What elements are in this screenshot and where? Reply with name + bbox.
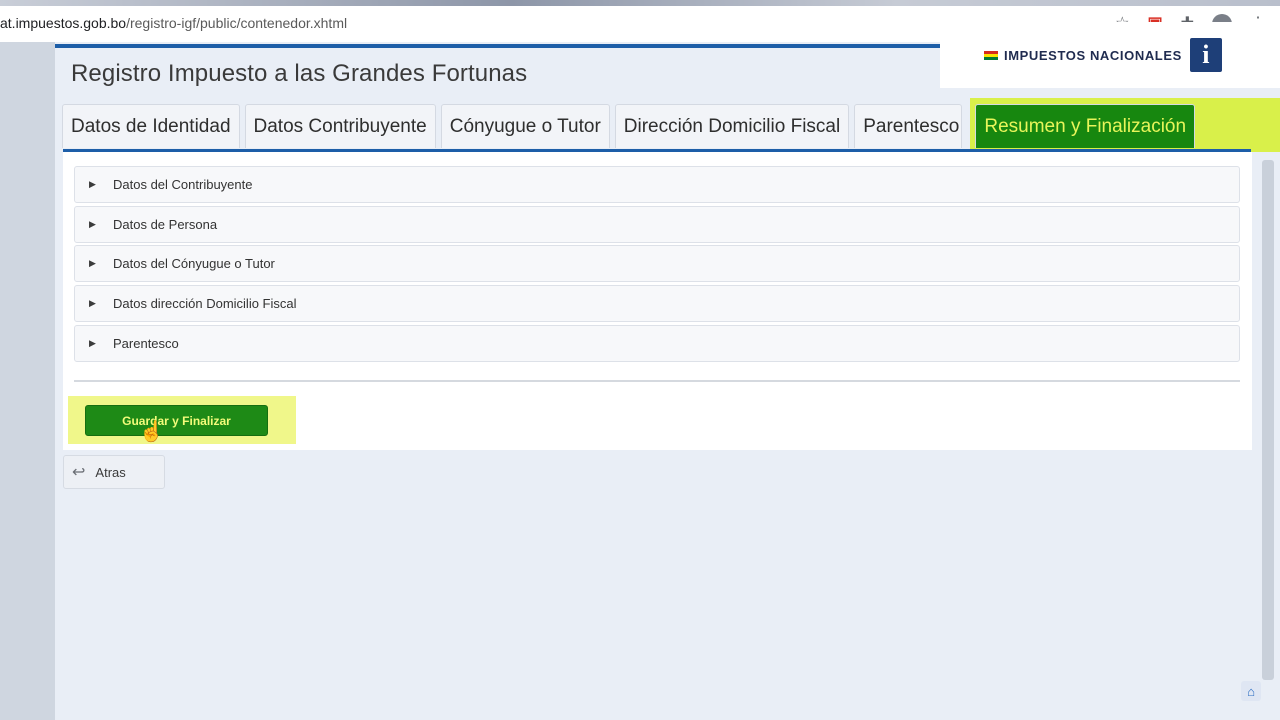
back-label: Atras (95, 464, 126, 480)
wizard-tabs: Datos de Identidad Datos Contribuyente C… (62, 104, 1196, 148)
accordion-label: Parentesco (113, 336, 179, 351)
save-and-finish-button[interactable]: Guardar y Finalizar (85, 405, 268, 436)
scrollbar[interactable] (1262, 160, 1274, 680)
caret-right-icon: ▶ (89, 219, 96, 229)
tab-parentesco[interactable]: Parentesco (854, 104, 963, 148)
tab-datos-identidad[interactable]: Datos de Identidad (62, 104, 240, 148)
accordion-label: Datos de Persona (113, 217, 218, 232)
tab-resumen-finalizacion[interactable]: Resumen y Finalización (975, 104, 1196, 148)
brand-name: IMPUESTOS NACIONALES (1004, 47, 1182, 63)
section-divider (74, 380, 1240, 382)
caret-right-icon: ▶ (89, 179, 96, 189)
caret-right-icon: ▶ (89, 258, 96, 268)
hand-cursor-icon: ☝ (139, 421, 164, 443)
url-path: /registro-igf/public/contenedor.xhtml (126, 15, 348, 31)
accordion-parentesco[interactable]: ▶ Parentesco (74, 325, 1240, 362)
page-title: Registro Impuesto a las Grandes Fortunas (71, 60, 528, 87)
impuestos-logo-icon: i (1189, 38, 1222, 72)
back-button[interactable]: ↩ Atras (63, 455, 165, 489)
url-text[interactable]: at.impuestos.gob.bo/registro-igf/public/… (0, 15, 347, 31)
caret-right-icon: ▶ (89, 298, 96, 308)
accordion-datos-contribuyente[interactable]: ▶ Datos del Contribuyente (74, 166, 1240, 203)
accordion-label: Datos dirección Domicilio Fiscal (113, 296, 297, 311)
accordion-label: Datos del Contribuyente (113, 177, 253, 192)
bolivia-flag-icon (984, 50, 998, 60)
url-domain: at.impuestos.gob.bo (0, 15, 127, 31)
accordion-direccion-domicilio[interactable]: ▶ Datos dirección Domicilio Fiscal (74, 285, 1240, 322)
tab-datos-contribuyente[interactable]: Datos Contribuyente (244, 104, 436, 148)
accordion-conyugue-tutor[interactable]: ▶ Datos del Cónyugue o Tutor (74, 245, 1240, 282)
left-gutter (0, 42, 55, 720)
back-arrow-icon: ↩ (72, 464, 86, 481)
accordion-label: Datos del Cónyugue o Tutor (113, 256, 275, 271)
accordion-datos-persona[interactable]: ▶ Datos de Persona (74, 206, 1240, 243)
header-accent-line (55, 44, 955, 48)
brand-logo-area: IMPUESTOS NACIONALES i (940, 22, 1280, 88)
home-icon[interactable]: ⌂ (1241, 681, 1261, 701)
caret-right-icon: ▶ (89, 338, 96, 348)
tab-direccion-domicilio[interactable]: Dirección Domicilio Fiscal (614, 104, 850, 148)
tab-conyugue-tutor[interactable]: Cónyugue o Tutor (440, 104, 610, 148)
